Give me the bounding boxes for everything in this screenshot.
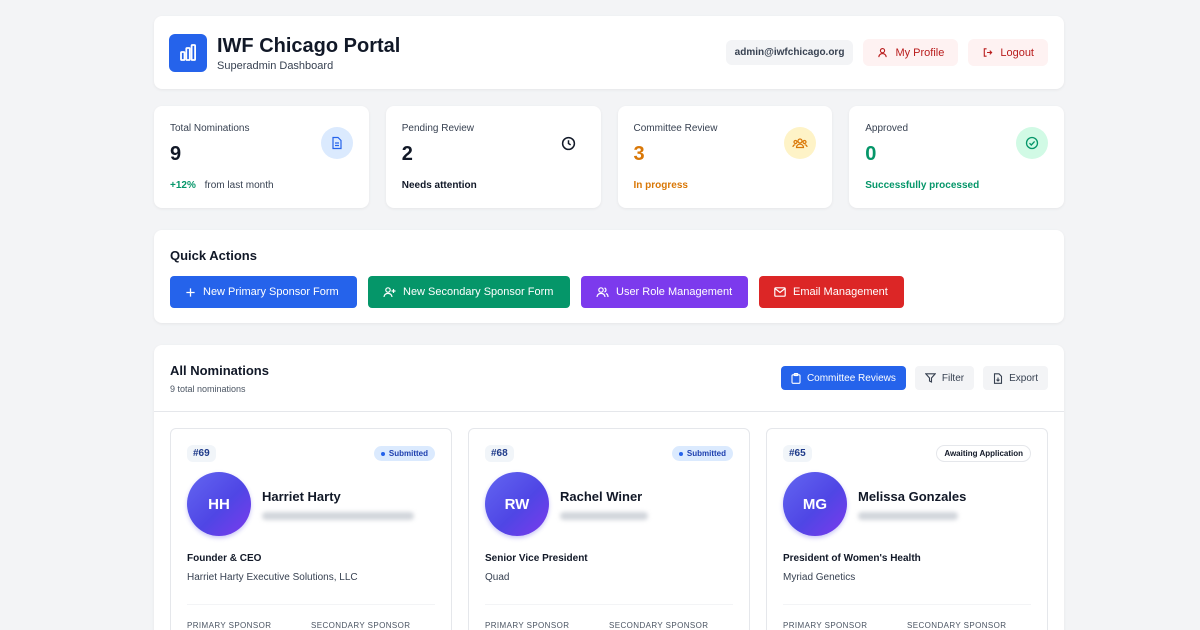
nominations-count: 9 total nominations: [170, 384, 246, 394]
stat-foot: +12% from last month: [170, 180, 353, 191]
stat-foot-text: from last month: [204, 180, 274, 191]
logout-label: Logout: [1000, 46, 1034, 59]
quick-actions-title: Quick Actions: [170, 248, 257, 263]
users-icon: [596, 287, 609, 298]
nomination-id: #68: [485, 445, 514, 462]
primary-sponsor-label: PRIMARY SPONSOR: [187, 621, 272, 630]
app-subtitle: Superadmin Dashboard: [217, 59, 334, 72]
nomination-id: #69: [187, 445, 216, 462]
stat-committee-review: Committee Review 3 In progress: [617, 106, 833, 208]
nominee-organization: Myriad Genetics: [783, 572, 856, 583]
status-label: Awaiting Application: [944, 449, 1023, 458]
nominee-title: President of Women's Health: [783, 553, 921, 564]
secondary-sponsor-label: SECONDARY SPONSOR: [907, 621, 1007, 630]
new-secondary-sponsor-form-button[interactable]: New Secondary Sponsor Form: [368, 276, 570, 308]
status-label: Submitted: [388, 449, 428, 458]
stat-delta: +12%: [170, 180, 196, 191]
email-management-button[interactable]: Email Management: [759, 276, 904, 308]
status-label: Submitted: [686, 449, 726, 458]
bar-chart-icon: [169, 33, 207, 72]
nomination-card[interactable]: #69 Submitted HH Harriet Harty Founder &…: [170, 428, 452, 630]
export-label: Export: [1009, 372, 1038, 384]
filter-icon: [924, 373, 936, 383]
primary-sponsor-label: PRIMARY SPONSOR: [783, 621, 868, 630]
users-group-icon: [784, 127, 817, 159]
committee-reviews-button[interactable]: Committee Reviews: [780, 366, 906, 390]
status-badge: Awaiting Application: [936, 445, 1031, 462]
button-label: Email Management: [793, 286, 888, 298]
stat-foot-text: In progress: [633, 180, 688, 191]
quick-actions-panel: Quick Actions New Primary Sponsor Form N…: [154, 230, 1064, 323]
nominee-name: Harriet Harty: [262, 488, 341, 504]
clipboard-icon: [791, 372, 801, 384]
status-dot-icon: [678, 451, 683, 456]
user-email: admin@iwfchicago.org: [725, 40, 854, 65]
nominations-panel: All Nominations 9 total nominations Comm…: [154, 345, 1064, 630]
user-icon: [878, 48, 888, 58]
status-dot-icon: [380, 451, 385, 456]
committee-reviews-label: Committee Reviews: [806, 372, 896, 384]
filter-label: Filter: [941, 372, 965, 384]
nominee-title: Senior Vice President: [485, 553, 588, 564]
blurred-email: [262, 511, 414, 520]
stat-approved: Approved 0 Successfully processed: [849, 106, 1064, 208]
avatar: MG: [783, 472, 847, 536]
nominee-name: Melissa Gonzales: [858, 488, 967, 504]
nominee-name: Rachel Winer: [560, 488, 643, 504]
avatar: HH: [187, 472, 251, 536]
secondary-sponsor-label: SECONDARY SPONSOR: [311, 621, 411, 630]
app-title: IWF Chicago Portal: [217, 34, 401, 57]
logout-button[interactable]: Logout: [968, 39, 1048, 66]
export-button[interactable]: Export: [983, 366, 1048, 390]
nominee-organization: Harriet Harty Executive Solutions, LLC: [187, 572, 358, 583]
nomination-card[interactable]: #68 Submitted RW Rachel Winer Senior Vic…: [468, 428, 750, 630]
stat-foot-text: Needs attention: [401, 180, 477, 191]
blurred-email: [560, 511, 648, 520]
nomination-id: #65: [783, 445, 812, 462]
plus-icon: [186, 287, 195, 297]
nominations-title: All Nominations: [170, 363, 269, 378]
stat-pending-review: Pending Review 2 Needs attention: [385, 106, 601, 208]
logout-icon: [984, 48, 993, 57]
nominee-title: Founder & CEO: [187, 553, 262, 564]
stat-foot-text: Successfully processed: [865, 180, 980, 191]
new-primary-sponsor-form-button[interactable]: New Primary Sponsor Form: [170, 276, 357, 308]
stats-row: Total Nominations 9 +12% from last month…: [154, 106, 1064, 208]
blurred-email: [858, 511, 958, 520]
primary-sponsor-label: PRIMARY SPONSOR: [485, 621, 570, 630]
my-profile-label: My Profile: [895, 46, 945, 59]
user-plus-icon: [383, 287, 396, 298]
mail-icon: [774, 287, 786, 297]
button-label: User Role Management: [616, 286, 733, 298]
avatar: RW: [485, 472, 549, 536]
filter-button[interactable]: Filter: [914, 366, 975, 390]
my-profile-button[interactable]: My Profile: [863, 39, 959, 66]
button-label: New Secondary Sponsor Form: [403, 286, 554, 298]
document-icon: [320, 127, 353, 159]
user-role-management-button[interactable]: User Role Management: [581, 276, 748, 308]
nominations-grid: #69 Submitted HH Harriet Harty Founder &…: [154, 412, 1064, 630]
nominee-organization: Quad: [485, 572, 510, 583]
stat-total-nominations: Total Nominations 9 +12% from last month: [154, 106, 369, 208]
clock-icon: [552, 127, 585, 159]
file-download-icon: [994, 372, 1003, 384]
app-header: IWF Chicago Portal Superadmin Dashboard …: [154, 16, 1064, 89]
nomination-card[interactable]: #65 Awaiting Application MG Melissa Gonz…: [766, 428, 1048, 630]
button-label: New Primary Sponsor Form: [203, 286, 339, 298]
status-badge: Submitted: [671, 446, 733, 461]
status-badge: Submitted: [373, 446, 435, 461]
dashboard: IWF Chicago Portal Superadmin Dashboard …: [154, 16, 1064, 630]
check-circle-icon: [1016, 127, 1048, 159]
secondary-sponsor-label: SECONDARY SPONSOR: [609, 621, 709, 630]
